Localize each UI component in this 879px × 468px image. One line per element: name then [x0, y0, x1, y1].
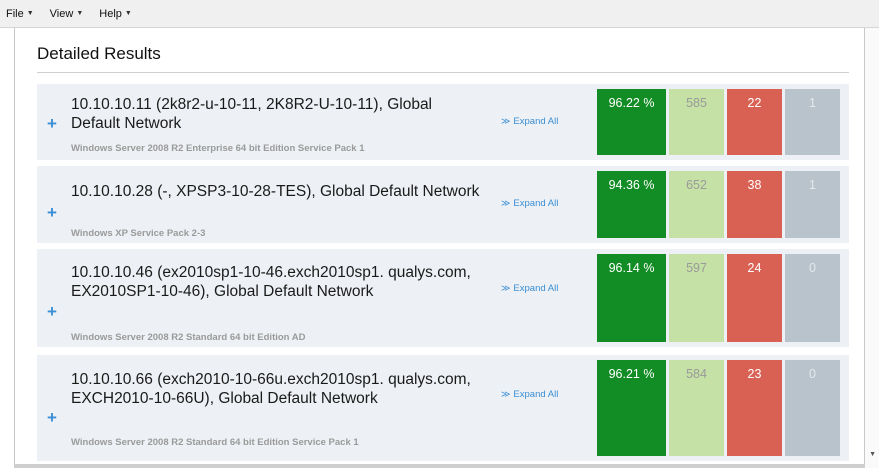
result-row: + 10.10.10.28 (-, XPSP3-10-28-TES), Glob… [37, 166, 849, 243]
result-row: + 10.10.10.46 (ex2010sp1-10-46.exch2010s… [37, 249, 849, 347]
host-name: 10.10.10.28 (-, XPSP3-10-28-TES), Global… [71, 183, 480, 200]
percent-box: 96.22 % [597, 89, 666, 155]
result-row: + 10.10.10.66 (exch2010-10-66u.exch2010s… [37, 355, 849, 461]
expand-all-label: Expand All [513, 389, 559, 400]
vertical-scrollbar[interactable]: ▼ [865, 28, 879, 468]
expand-all-link[interactable]: ≫ Expand All [501, 283, 558, 294]
caret-down-icon: ▼ [26, 10, 34, 17]
double-chevron-down-icon: ≫ [501, 116, 511, 126]
percent-box: 94.36 % [597, 171, 666, 238]
passed-count-box: 652 [669, 171, 724, 238]
plus-icon[interactable]: + [47, 408, 57, 428]
other-count-box: 0 [785, 254, 840, 342]
host-name: 10.10.10.66 (exch2010-10-66u.exch2010sp1… [71, 371, 471, 407]
failed-count-box: 22 [727, 89, 782, 155]
double-chevron-down-icon: ≫ [501, 283, 511, 293]
plus-icon[interactable]: + [47, 114, 57, 134]
host-name: 10.10.10.11 (2k8r2-u-10-11, 2K8R2-U-10-1… [71, 96, 433, 132]
scroll-down-arrow-icon[interactable]: ▼ [869, 451, 876, 458]
passed-count-box: 597 [669, 254, 724, 342]
caret-down-icon: ▼ [76, 10, 84, 17]
os-label: Windows Server 2008 R2 Enterprise 64 bit… [71, 143, 365, 154]
failed-count-box: 23 [727, 360, 782, 456]
failed-count-box: 24 [727, 254, 782, 342]
expand-all-link[interactable]: ≫ Expand All [501, 389, 558, 400]
double-chevron-down-icon: ≫ [501, 389, 511, 399]
other-count-box: 0 [785, 360, 840, 456]
title-divider [37, 72, 849, 73]
other-count-box: 1 [785, 171, 840, 238]
passed-count-box: 585 [669, 89, 724, 155]
passed-count-box: 584 [669, 360, 724, 456]
expand-all-link[interactable]: ≫ Expand All [501, 198, 558, 209]
menu-view[interactable]: View ▼ [50, 8, 84, 20]
double-chevron-down-icon: ≫ [501, 198, 511, 208]
plus-icon[interactable]: + [47, 203, 57, 223]
page-title: Detailed Results [37, 44, 161, 63]
os-label: Windows XP Service Pack 2-3 [71, 228, 206, 239]
caret-down-icon: ▼ [124, 10, 132, 17]
failed-count-box: 38 [727, 171, 782, 238]
expand-all-label: Expand All [513, 283, 559, 294]
menu-file-label: File [6, 7, 24, 20]
menu-file[interactable]: File ▼ [6, 8, 34, 20]
host-name: 10.10.10.46 (ex2010sp1-10-46.exch2010sp1… [71, 264, 471, 300]
menu-help[interactable]: Help ▼ [99, 8, 132, 20]
expand-all-link[interactable]: ≫ Expand All [501, 116, 558, 127]
menu-help-label: Help [99, 7, 122, 20]
menu-bar: File ▼ View ▼ Help ▼ [0, 0, 879, 28]
os-label: Windows Server 2008 R2 Standard 64 bit E… [71, 332, 306, 343]
menu-view-label: View [49, 7, 74, 20]
plus-icon[interactable]: + [47, 302, 57, 322]
percent-box: 96.14 % [597, 254, 666, 342]
other-count-box: 1 [785, 89, 840, 155]
os-label: Windows Server 2008 R2 Standard 64 bit E… [71, 437, 359, 448]
bottom-edge [14, 464, 865, 468]
result-row: + 10.10.10.11 (2k8r2-u-10-11, 2K8R2-U-10… [37, 84, 849, 160]
expand-all-label: Expand All [513, 198, 559, 209]
percent-box: 96.21 % [597, 360, 666, 456]
expand-all-label: Expand All [513, 116, 559, 127]
